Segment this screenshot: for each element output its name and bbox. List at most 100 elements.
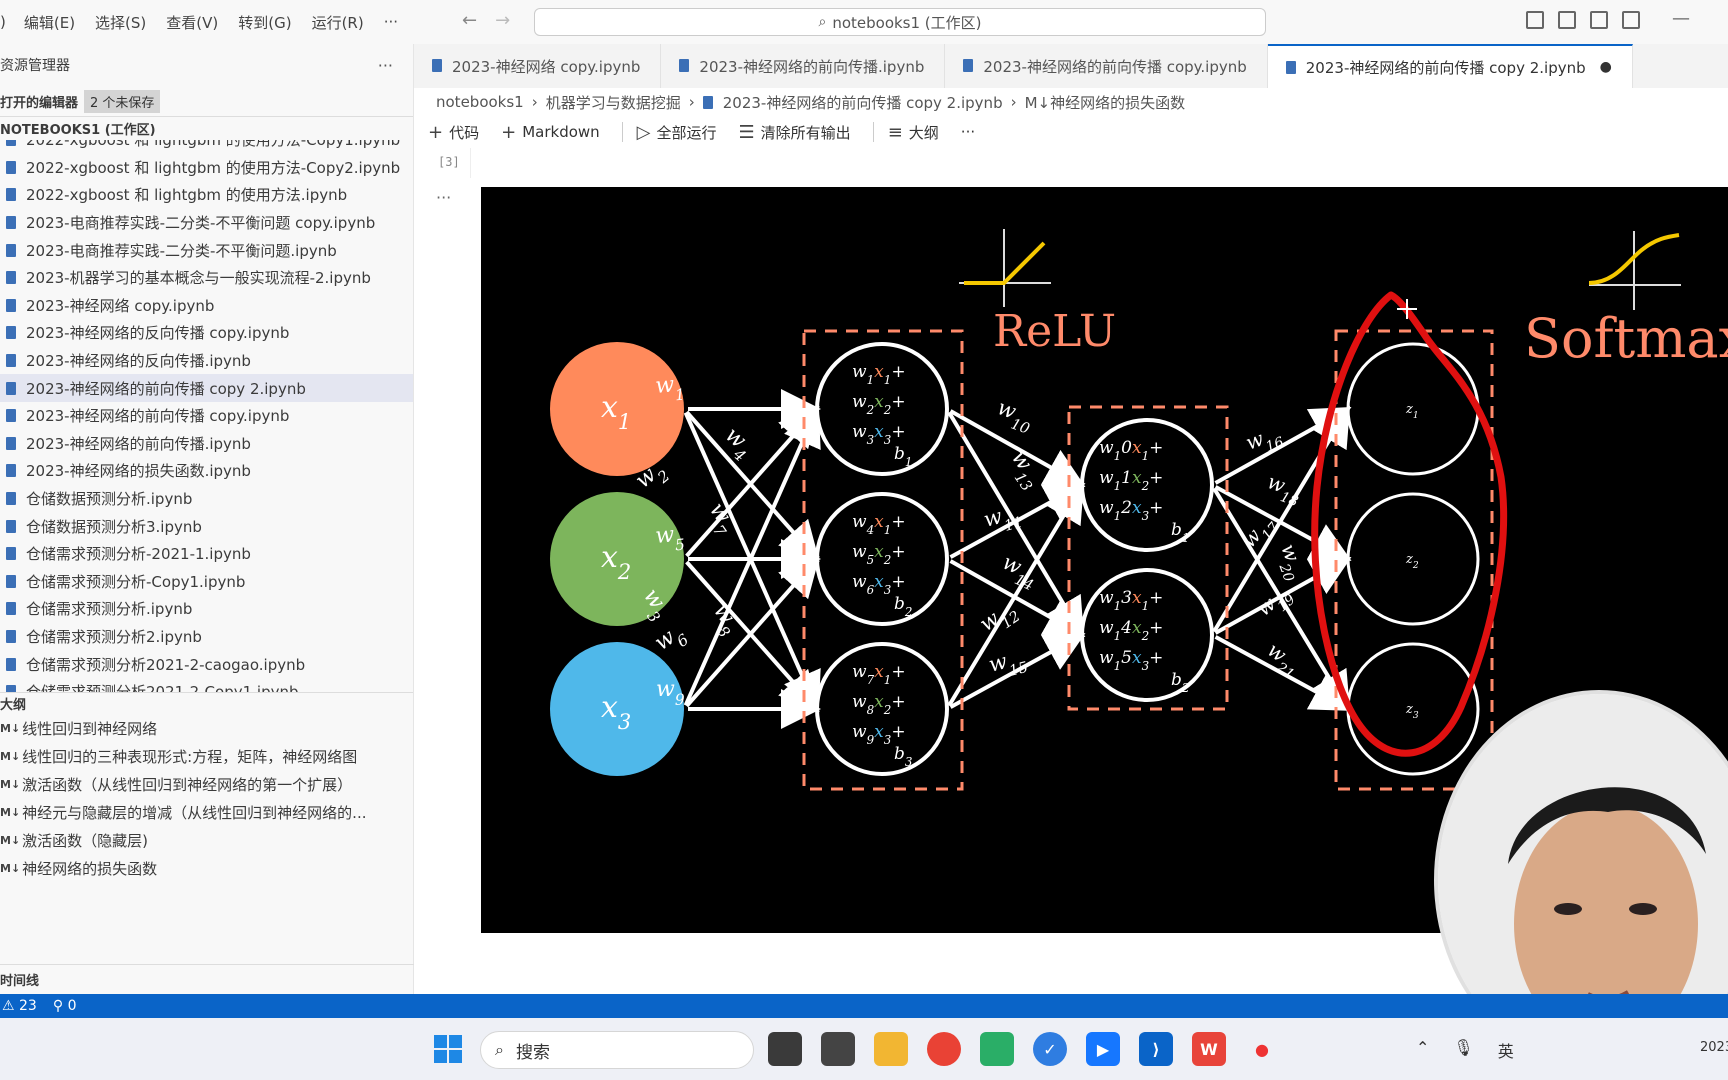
timeline-section[interactable]: 时间线 <box>0 964 414 994</box>
recorder-icon[interactable]: ● <box>1245 1032 1279 1066</box>
file-item[interactable]: 仓储数据预测分析3.ipynb <box>0 512 413 540</box>
unsaved-dot-icon[interactable]: ● <box>1600 59 1612 75</box>
menu-view[interactable]: 查看(V) <box>156 12 228 33</box>
file-label: 2023-神经网络的前向传播 copy 2.ipynb <box>26 379 306 398</box>
editor-tab[interactable]: 2023-神经网络的前向传播.ipynb <box>661 44 946 88</box>
clear-outputs-button[interactable]: ☰ 清除所有输出 <box>739 122 851 143</box>
menu-selection[interactable]: 选择(S) <box>85 12 156 33</box>
breadcrumb-item[interactable]: 机器学习与数据挖掘 <box>546 92 681 113</box>
toggle-panel-icon[interactable] <box>1558 11 1576 29</box>
toggle-sidebar-icon[interactable] <box>1526 11 1544 29</box>
toggle-secondary-sidebar-icon[interactable] <box>1590 11 1608 29</box>
file-item[interactable]: 2023-神经网络的前向传播.ipynb <box>0 430 413 458</box>
search-icon: ⌕ <box>495 1040 504 1059</box>
markdown-icon: M↓ <box>0 833 21 847</box>
file-item[interactable]: 2023-神经网络的前向传播 copy 2.ipynb <box>0 374 413 402</box>
todo-app-icon[interactable]: ✓ <box>1033 1032 1067 1066</box>
command-center-search[interactable]: ⌕ notebooks1 (工作区) <box>534 8 1266 36</box>
file-item[interactable]: 仓储需求预测分析-2021-1.ipynb <box>0 540 413 568</box>
chrome-icon[interactable] <box>927 1032 961 1066</box>
minimize-icon[interactable]: — <box>1672 8 1690 29</box>
file-item[interactable]: 2022-xgboost 和 lightgbm 的使用方法.ipynb <box>0 181 413 209</box>
file-item[interactable]: 2023-神经网络的反向传播.ipynb <box>0 347 413 375</box>
file-item[interactable]: 仓储需求预测分析2.ipynb <box>0 623 413 651</box>
code-cell-collapsed[interactable] <box>470 148 1728 178</box>
editor-tab[interactable]: 2023-神经网络 copy.ipynb <box>414 44 662 88</box>
file-item[interactable]: 仓储数据预测分析.ipynb <box>0 485 413 513</box>
menu-edit[interactable]: 编辑(E) <box>14 12 85 33</box>
open-editors-section[interactable]: 打开的编辑器 2 个未保存 <box>0 86 413 116</box>
wps-icon[interactable]: W <box>1192 1032 1226 1066</box>
wechat-icon[interactable] <box>980 1032 1014 1066</box>
file-item[interactable]: 仓储需求预测分析2021-2-caogao.ipynb <box>0 650 413 678</box>
terminal-icon[interactable] <box>821 1032 855 1066</box>
clock-date[interactable]: 2023/ <box>1700 1040 1728 1055</box>
back-arrow-icon[interactable]: ← <box>462 10 477 31</box>
weight-label: w4 <box>716 422 759 465</box>
run-all-button[interactable]: ▷ 全部运行 <box>637 122 717 143</box>
add-markdown-button[interactable]: + Markdown <box>501 122 600 143</box>
toolbar-more-button[interactable]: ··· <box>961 123 975 141</box>
outline-button[interactable]: ≡ 大纲 <box>888 122 939 143</box>
file-item[interactable]: 2023-神经网络的反向传播 copy.ipynb <box>0 319 413 347</box>
file-item[interactable]: 2023-机器学习的基本概念与一般实现流程-2.ipynb <box>0 264 413 292</box>
file-item[interactable]: 2022-xgboost 和 lightgbm 的使用方法-Copy2.ipyn… <box>0 154 413 182</box>
outline-section[interactable]: 大纲 <box>0 692 413 714</box>
outline-item[interactable]: M↓ 线性回归的三种表现形式:方程，矩阵，神经网络图 <box>0 742 413 770</box>
task-view-icon[interactable] <box>768 1032 802 1066</box>
notebook-icon <box>6 381 16 395</box>
notebook-icon <box>6 547 16 561</box>
taskbar-search[interactable]: ⌕ 搜索 <box>480 1031 754 1069</box>
file-item[interactable]: 2023-神经网络的损失函数.ipynb <box>0 457 413 485</box>
weight-label: w15 <box>986 644 1030 684</box>
breadcrumb-item[interactable]: M↓神经网络的损失函数 <box>1025 92 1186 113</box>
file-item[interactable]: 2023-电商推荐实践-二分类-不平衡问题.ipynb <box>0 236 413 264</box>
editor-tab[interactable]: 2023-神经网络的前向传播 copy 2.ipynb ● <box>1267 44 1633 88</box>
outline-item[interactable]: M↓ 激活函数（从线性回归到神经网络的第一个扩展） <box>0 770 413 798</box>
chevron-up-icon[interactable]: ⌃ <box>1416 1038 1429 1062</box>
notebook-icon <box>6 216 16 230</box>
notebook-icon <box>6 464 16 478</box>
microphone-icon[interactable]: 🎙 <box>1453 1038 1473 1062</box>
file-item[interactable]: 仓储需求预测分析2021-2-Copy1.ipynb <box>0 678 413 692</box>
file-item[interactable]: 2022-xgboost 和 lightgbm 的使用方法-Copy1.ipyn… <box>0 140 413 154</box>
file-item[interactable]: 仓储需求预测分析-Copy1.ipynb <box>0 568 413 596</box>
problems-indicator[interactable]: ⚠ 23 <box>2 998 37 1014</box>
forward-arrow-icon[interactable]: → <box>495 10 510 31</box>
file-item[interactable]: 仓储需求预测分析.ipynb <box>0 595 413 623</box>
outline-item[interactable]: M↓ 线性回归到神经网络 <box>0 714 413 742</box>
unsaved-badge: 2 个未保存 <box>84 89 161 113</box>
notebook-icon <box>432 59 442 72</box>
plus-icon: + <box>501 121 517 143</box>
workspace-section[interactable]: NOTEBOOKS1 (工作区) <box>0 116 413 140</box>
breadcrumb-item[interactable]: 2023-神经网络的前向传播 copy 2.ipynb <box>723 92 1003 113</box>
notebook-icon <box>6 409 16 423</box>
chevron-right-icon: › <box>531 93 538 111</box>
menu-go[interactable]: 转到(G) <box>228 12 301 33</box>
run-all-icon: ▷ <box>636 121 651 143</box>
menu-fragment[interactable]: ) <box>0 13 14 31</box>
menu-run[interactable]: 运行(R) <box>302 12 374 33</box>
file-item[interactable]: 2023-电商推荐实践-二分类-不平衡问题 copy.ipynb <box>0 209 413 237</box>
output-more-icon[interactable]: ··· <box>436 188 451 207</box>
list-icon: ≡ <box>887 121 903 143</box>
breadcrumb-item[interactable]: notebooks1 <box>436 93 524 111</box>
clear-all-icon: ☰ <box>738 121 755 143</box>
outline-item[interactable]: M↓ 神经网络的损失函数 <box>0 854 413 882</box>
windows-start-icon[interactable] <box>434 1035 462 1063</box>
file-explorer-icon[interactable] <box>874 1032 908 1066</box>
ime-indicator[interactable]: 英 <box>1498 1038 1514 1062</box>
ports-indicator[interactable]: ⚲ 0 <box>53 998 77 1014</box>
file-item[interactable]: 2023-神经网络 copy.ipynb <box>0 292 413 320</box>
vscode-icon[interactable]: ⟩ <box>1139 1032 1173 1066</box>
customize-layout-icon[interactable] <box>1622 11 1640 29</box>
add-code-button[interactable]: + 代码 <box>428 122 479 143</box>
feishu-app-icon[interactable]: ▶ <box>1086 1032 1120 1066</box>
file-item[interactable]: 2023-神经网络的前向传播 copy.ipynb <box>0 402 413 430</box>
outline-item[interactable]: M↓ 激活函数（隐藏层) <box>0 826 413 854</box>
editor-tab[interactable]: 2023-神经网络的前向传播 copy.ipynb <box>945 44 1268 88</box>
explorer-more-icon[interactable]: ··· <box>378 56 393 75</box>
outline-item[interactable]: M↓ 神经元与隐藏层的增减（从线性回归到神经网络的... <box>0 798 413 826</box>
menu-more[interactable]: ··· <box>374 13 408 31</box>
notebook-icon <box>6 602 16 616</box>
